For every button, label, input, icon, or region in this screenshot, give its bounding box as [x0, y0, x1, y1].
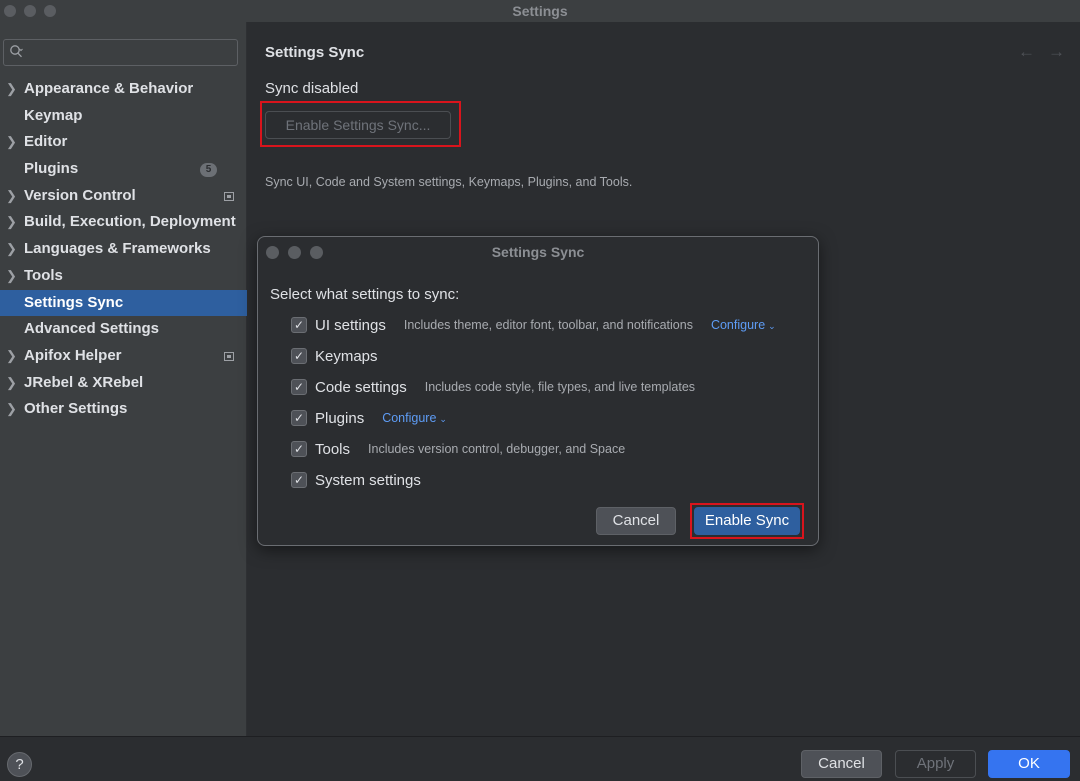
- tree-item-settings-sync[interactable]: Settings Sync: [0, 289, 247, 317]
- tree-item-build-execution-deployment[interactable]: ❯ Build, Execution, Deployment: [0, 209, 247, 236]
- enable-settings-sync-button[interactable]: Enable Settings Sync...: [265, 111, 451, 139]
- settings-sidebar: ❯ Appearance & Behavior Keymap ❯ Editor …: [0, 22, 247, 736]
- chevron-right-icon: ❯: [6, 134, 17, 150]
- tree-item-appearance-behavior[interactable]: ❯ Appearance & Behavior: [0, 76, 247, 103]
- apply-button[interactable]: Apply: [895, 750, 976, 778]
- option-label: Tools: [315, 440, 351, 458]
- back-arrow-icon[interactable]: ←: [1018, 42, 1035, 62]
- dialog-prompt: Select what settings to sync:: [270, 286, 460, 303]
- code-settings-checkbox[interactable]: ✓: [291, 379, 307, 395]
- plugins-configure-link[interactable]: Configure ⌄: [382, 411, 447, 425]
- sync-description: Sync UI, Code and System settings, Keyma…: [265, 175, 633, 189]
- chevron-right-icon: ❯: [6, 347, 17, 363]
- settings-sync-dialog: Settings Sync Select what settings to sy…: [257, 236, 819, 546]
- tree-item-label: Settings Sync: [24, 293, 124, 311]
- tree-item-tools[interactable]: ❯ Tools: [0, 263, 247, 290]
- chevron-down-icon: ⌄: [768, 321, 776, 331]
- ui-settings-checkbox[interactable]: ✓: [291, 317, 307, 333]
- tree-item-label: Editor: [24, 133, 68, 151]
- option-label: Code settings: [315, 378, 407, 396]
- tree-item-label: Other Settings: [24, 400, 128, 418]
- tree-item-plugins[interactable]: Plugins 5: [0, 156, 247, 183]
- tree-item-keymap[interactable]: Keymap: [0, 103, 247, 130]
- option-plugins: ✓ Plugins Configure ⌄: [291, 408, 447, 428]
- tree-item-label: Plugins: [24, 160, 79, 178]
- system-settings-checkbox[interactable]: ✓: [291, 472, 307, 488]
- option-label: System settings: [315, 471, 421, 489]
- dialog-title: Settings Sync: [491, 244, 585, 260]
- tree-item-apifox-helper[interactable]: ❯ Apifox Helper: [0, 343, 247, 370]
- tree-item-other-settings[interactable]: ❯ Other Settings: [0, 396, 247, 423]
- option-label: UI settings: [315, 316, 386, 334]
- chevron-right-icon: ❯: [6, 214, 17, 230]
- tree-item-label: Appearance & Behavior: [24, 80, 194, 97]
- keymaps-checkbox[interactable]: ✓: [291, 348, 307, 364]
- plugins-count-badge: 5: [200, 163, 217, 178]
- ui-settings-configure-link[interactable]: Configure ⌄: [711, 318, 776, 332]
- chevron-right-icon: ❯: [6, 81, 17, 96]
- dialog-footer: ? Cancel Apply OK: [0, 736, 1080, 781]
- tree-item-label: Tools: [24, 266, 63, 284]
- cancel-button[interactable]: Cancel: [801, 750, 882, 778]
- tree-item-label: Advanced Settings: [24, 320, 160, 338]
- option-keymaps: ✓ Keymaps: [291, 346, 396, 366]
- option-ui-settings: ✓ UI settings Includes theme, editor fon…: [291, 315, 776, 335]
- settings-tree: ❯ Appearance & Behavior Keymap ❯ Editor …: [0, 76, 247, 423]
- option-label: Keymaps: [315, 347, 378, 365]
- configure-label: Configure: [710, 318, 766, 332]
- project-level-icon: [224, 351, 234, 361]
- option-system-settings: ✓ System settings: [291, 470, 439, 490]
- search-field[interactable]: [3, 39, 238, 66]
- ok-button[interactable]: OK: [988, 750, 1070, 778]
- window-title: Settings: [512, 3, 568, 19]
- chevron-right-icon: ❯: [6, 187, 17, 203]
- dialog-cancel-button[interactable]: Cancel: [596, 507, 676, 535]
- project-level-icon: [224, 191, 234, 201]
- title-bar: Settings: [0, 0, 1080, 22]
- chevron-right-icon: ❯: [6, 267, 17, 283]
- sync-status-text: Sync disabled: [265, 80, 359, 97]
- tree-item-label: Version Control: [24, 186, 136, 204]
- tree-item-label: JRebel & XRebel: [24, 373, 144, 391]
- enable-sync-button[interactable]: Enable Sync: [694, 507, 800, 535]
- chevron-right-icon: ❯: [6, 401, 17, 417]
- chevron-right-icon: ❯: [6, 241, 17, 257]
- chevron-right-icon: ❯: [6, 374, 17, 390]
- option-code-settings: ✓ Code settings Includes code style, fil…: [291, 377, 713, 397]
- chevron-down-icon: ⌄: [439, 414, 447, 424]
- option-description: Includes version control, debugger, and …: [368, 442, 626, 456]
- option-description: Includes code style, file types, and liv…: [424, 380, 696, 394]
- tree-item-label: Languages & Frameworks: [24, 240, 211, 258]
- tree-item-jrebel-xrebel[interactable]: ❯ JRebel & XRebel: [0, 370, 247, 397]
- page-title: Settings Sync: [265, 44, 365, 61]
- search-icon: [10, 45, 23, 58]
- tools-checkbox[interactable]: ✓: [291, 441, 307, 457]
- option-label: Plugins: [315, 409, 365, 427]
- plugins-checkbox[interactable]: ✓: [291, 410, 307, 426]
- option-description: Includes theme, editor font, toolbar, an…: [403, 318, 693, 332]
- configure-label: Configure: [382, 411, 437, 425]
- tree-item-languages-frameworks[interactable]: ❯ Languages & Frameworks: [0, 236, 247, 263]
- tree-item-version-control[interactable]: ❯ Version Control: [0, 183, 247, 210]
- tree-item-label: Keymap: [24, 106, 83, 124]
- tree-item-label: Build, Execution, Deployment: [24, 213, 236, 231]
- tree-item-label: Apifox Helper: [24, 346, 122, 364]
- option-tools: ✓ Tools Includes version control, debugg…: [291, 439, 643, 459]
- tree-item-editor[interactable]: ❯ Editor: [0, 129, 247, 156]
- help-button[interactable]: ?: [7, 752, 32, 777]
- forward-arrow-icon[interactable]: →: [1048, 42, 1065, 62]
- tree-item-advanced-settings[interactable]: Advanced Settings: [0, 316, 247, 343]
